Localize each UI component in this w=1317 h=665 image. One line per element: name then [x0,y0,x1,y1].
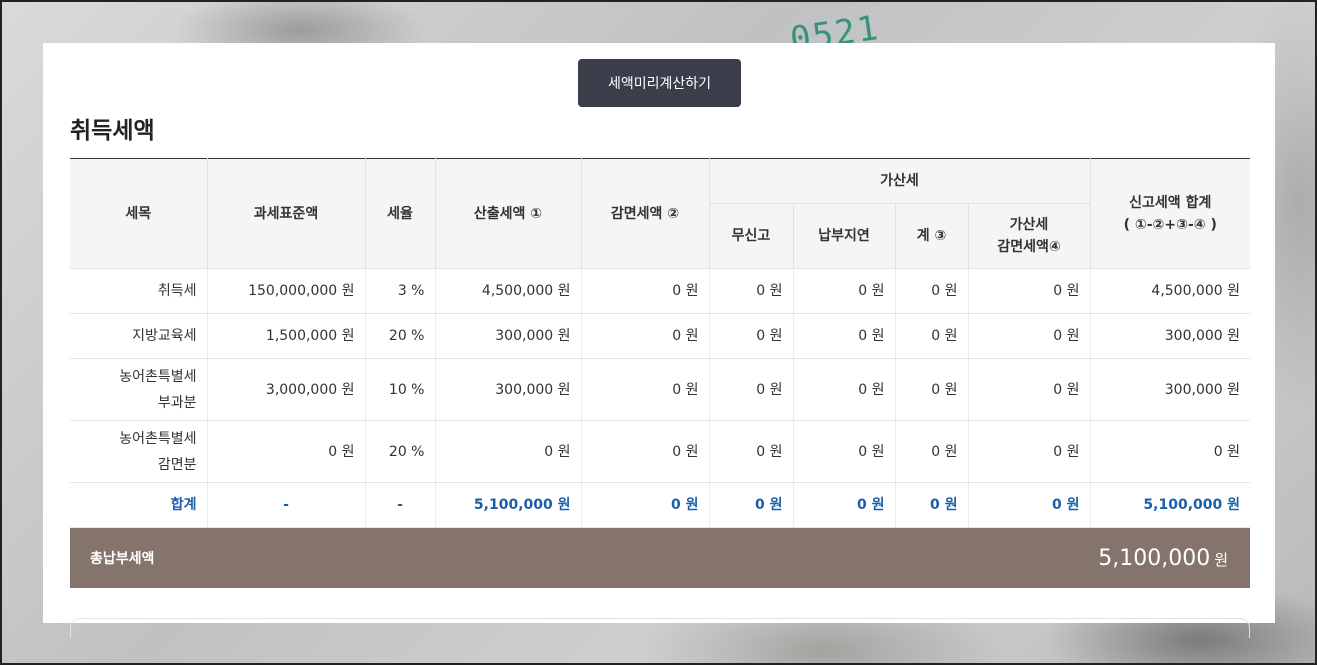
row-late-payment: 0 원 [792,268,895,314]
total-calc-tax: 5,100,000 원 [434,482,581,528]
total-reduction: 0 원 [580,482,709,528]
row-subtotal: 0 원 [894,313,968,359]
table-row: 취득세 150,000,000 원 3 % 4,500,000 원 0 원 0 … [70,268,1250,314]
row-item: 취득세 [70,268,207,314]
row-rate: 10 % [364,358,435,421]
row-subtotal: 0 원 [894,358,968,421]
grand-total-value: 5,100,000 [1098,545,1211,571]
header-no-report: 무신고 [709,203,794,269]
table-row: 농어촌특별세 감면분 0 원 20 % 0 원 0 원 0 원 0 원 0 원 … [70,420,1250,483]
row-reduction: 0 원 [580,420,709,483]
calculate-tax-button[interactable]: 세액미리계산하기 [578,59,741,107]
grand-total-unit: 원 [1214,550,1228,569]
total-label: 합계 [70,482,207,528]
total-base: - [206,482,365,528]
header-calc-tax: 산출세액 ① [434,158,582,269]
section-title: 취득세액 [70,118,155,144]
row-late-payment: 0 원 [792,313,895,359]
row-reduction: 0 원 [580,313,709,359]
header-base: 과세표준액 [206,158,366,269]
row-penalty-reduction: 0 원 [967,268,1090,314]
row-rate: 20 % [364,420,435,483]
row-reduction: 0 원 [580,268,709,314]
next-section-box [70,618,1250,638]
row-no-report: 0 원 [708,420,793,483]
row-calc-tax: 0 원 [434,420,581,483]
total-no-report: 0 원 [708,482,793,528]
row-calc-tax: 300,000 원 [434,313,581,359]
row-subtotal: 0 원 [894,268,968,314]
row-item-line: 부과분 [157,394,197,411]
total-rate: - [364,482,435,528]
row-base: 150,000,000 원 [206,268,365,314]
row-total: 300,000 원 [1089,358,1250,421]
row-item: 농어촌특별세 감면분 [70,420,207,483]
row-total: 0 원 [1089,420,1250,483]
row-no-report: 0 원 [708,268,793,314]
row-total: 300,000 원 [1089,313,1250,359]
row-subtotal: 0 원 [894,420,968,483]
row-no-report: 0 원 [708,313,793,359]
table-row: 농어촌특별세 부과분 3,000,000 원 10 % 300,000 원 0 … [70,358,1250,421]
row-item: 농어촌특별세 부과분 [70,358,207,421]
row-late-payment: 0 원 [792,358,895,421]
row-item-line: 지방교육세 [132,328,197,344]
row-calc-tax: 300,000 원 [434,358,581,421]
row-base: 3,000,000 원 [206,358,365,421]
row-base: 1,500,000 원 [206,313,365,359]
row-total: 4,500,000 원 [1089,268,1250,314]
total-subtotal: 0 원 [894,482,968,528]
row-penalty-reduction: 0 원 [967,313,1090,359]
header-penalty-group: 가산세 [708,158,1091,204]
row-item-line: 취득세 [157,283,197,299]
header-total: 신고세액 합계 ( ①-②+③-④ ) [1089,158,1250,269]
row-reduction: 0 원 [580,358,709,421]
grand-total-label: 총납부세액 [90,551,155,567]
row-item-line: 농어촌특별세 [119,430,197,447]
row-no-report: 0 원 [708,358,793,421]
header-reduction: 감면세액 ② [580,158,710,269]
grand-total-bar: 총납부세액 5,100,000 원 [70,528,1250,588]
table-row: 지방교육세 1,500,000 원 20 % 300,000 원 0 원 0 원… [70,313,1250,359]
row-item-line: 농어촌특별세 [119,368,197,385]
total-sum: 5,100,000 원 [1089,482,1250,528]
header-subtotal: 계 ③ [894,203,969,269]
row-rate: 20 % [364,313,435,359]
header-penalty-reduction-line1: 가산세 [1009,217,1049,233]
grand-total-amount: 5,100,000 원 [1098,546,1228,571]
header-penalty-reduction-line2: 감면세액④ [997,239,1061,255]
total-penalty-reduction: 0 원 [967,482,1090,528]
row-penalty-reduction: 0 원 [967,358,1090,421]
header-penalty-reduction: 가산세 감면세액④ [967,203,1090,269]
total-row: 합계 - - 5,100,000 원 0 원 0 원 0 원 0 원 0 원 5… [70,482,1250,528]
header-item: 세목 [70,158,208,269]
row-rate: 3 % [364,268,435,314]
row-base: 0 원 [206,420,365,483]
acquisition-tax-table: 세목 과세표준액 세율 산출세액 ① 감면세액 ② 가산세 신고세액 합계 ( … [70,158,1250,528]
row-late-payment: 0 원 [792,420,895,483]
header-late-payment: 납부지연 [792,203,896,269]
header-rate: 세율 [364,158,436,269]
row-calc-tax: 4,500,000 원 [434,268,581,314]
row-item-line: 감면분 [157,456,197,473]
row-item: 지방교육세 [70,313,207,359]
header-total-line2: ( ①-②+③-④ ) [1123,216,1217,233]
header-total-line1: 신고세액 합계 [1129,194,1212,211]
total-late-payment: 0 원 [792,482,895,528]
tax-panel: 세액미리계산하기 취득세액 세목 과세표준액 세율 산출세액 ① 감면세액 ② … [43,43,1275,638]
row-penalty-reduction: 0 원 [967,420,1090,483]
